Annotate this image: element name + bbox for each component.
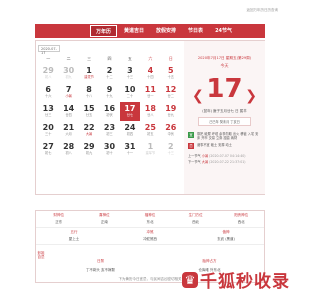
day-cell[interactable]: 31 十一 [120, 140, 140, 159]
day-cell[interactable]: 7 小暑 [58, 83, 78, 102]
today-label: 今天 [220, 63, 229, 68]
pengzu-label: 彭祖百忌 [37, 251, 45, 259]
nav-tabs: 万年历 黄道吉日 放假安排 节日表 24节气 [90, 25, 238, 37]
weekday-label: 三 [87, 56, 92, 61]
day-cell[interactable]: 20 三十 [38, 121, 58, 140]
day-cell[interactable]: 25 初五 [140, 121, 160, 140]
ji-text: 诸事不宜 破土 安葬 动土 [197, 143, 232, 148]
day-cell[interactable]: 9 十九 [99, 83, 119, 102]
weekday-label: 二 [66, 56, 71, 61]
weekday-label: 六 [148, 56, 153, 61]
ji-badge: 忌 [188, 143, 194, 150]
weekday-header: 一二三四五六日 [38, 56, 181, 62]
tab-holidays[interactable]: 放假安排 [151, 25, 182, 37]
day-cell[interactable]: 21 六月 [58, 121, 78, 140]
day-cell[interactable]: 13 廿三 [38, 102, 58, 121]
day-cell[interactable]: 6 十六 [38, 83, 58, 102]
day-cell[interactable]: 12 廿二 [161, 83, 181, 102]
day-cell[interactable]: 2 十二 [99, 64, 119, 83]
full-date: 2020年7月17日 星期五(第29周) [197, 56, 252, 60]
day-cell[interactable]: 23 初三 [99, 121, 119, 140]
day-cell[interactable]: 29 初八 [38, 64, 58, 83]
day-cell[interactable]: 30 初九 [58, 64, 78, 83]
prev-day-icon[interactable]: ❮ [192, 82, 204, 110]
weekday-label: 一 [46, 56, 51, 61]
return-link[interactable]: 返回万年历日历查询 [247, 8, 279, 13]
calendar-panel: 2020-07-17 一 二 三 四 五 六 日 29 初八 30 初九 1 建党节 2 十二 3 十三 4 十四… [35, 40, 265, 195]
day-cell[interactable]: 24 初四 [120, 121, 140, 140]
day-cell[interactable]: 1 建军节 [140, 140, 160, 159]
weekday-label: 五 [127, 56, 132, 61]
day-cell[interactable]: 28 初八 [58, 140, 78, 159]
day-cell-today[interactable]: 17 廿七 [119, 102, 141, 121]
day-cell[interactable]: 8 十八 [79, 83, 99, 102]
yi-badge: 宜 [188, 132, 194, 138]
day-detail: 2020年7月17日 星期五(第29周) 今天 ❮ 17 ❯ (鼠年) 庚子五月… [184, 41, 265, 194]
tab-festivals[interactable]: 节日表 [183, 25, 209, 37]
day-cell[interactable]: 15 廿五 [79, 102, 99, 121]
day-cell[interactable]: 10 二十 [120, 83, 140, 102]
day-cell[interactable]: 16 初伏 [99, 102, 119, 121]
ganzhi: 己巳年 癸未月 丁亥日 [198, 117, 251, 126]
day-cell[interactable]: 14 廿四 [58, 102, 78, 121]
day-cell[interactable]: 18 廿八 [140, 102, 160, 121]
day-cell[interactable]: 29 初九 [79, 140, 99, 159]
day-cell[interactable]: 22 大暑 [79, 121, 99, 140]
tab-solar-terms[interactable]: 24节气 [210, 25, 238, 37]
date-input[interactable]: 2020-07-17 [38, 44, 60, 55]
day-cell[interactable]: 3 十三 [120, 64, 140, 83]
month-calendar: 2020-07-17 一 二 三 四 五 六 日 29 初八 30 初九 1 建党节 2 十二 3 十三 4 十四… [38, 43, 181, 193]
weekday-label: 日 [168, 56, 173, 61]
yi-text: 祭祀 破屋 坏垣 余事勿取 出火 移徙 入宅 安床 开市 交易 立券 挂匾 纳财 [197, 132, 259, 141]
day-cell[interactable]: 2 十三 [161, 140, 181, 159]
day-cell[interactable]: 5 十五 [161, 64, 181, 83]
day-cell[interactable]: 26 中伏 [161, 121, 181, 140]
watermark: ♛ 千狐秒收录 [182, 267, 290, 292]
weekday-label: 四 [107, 56, 112, 61]
wuxing-row: 五行 屋上土 冲煞 冲蛇煞西 值神 玄武 (黑道) [36, 228, 264, 245]
day-cell[interactable]: 30 初十 [99, 140, 119, 159]
calendar-controls: 2020-07-17 [38, 43, 181, 55]
day-cell[interactable]: 1 建党节 [79, 64, 99, 83]
big-day-number: ❮ 17 ❯ [184, 75, 265, 104]
fox-logo-icon: ♛ [182, 271, 198, 288]
next-day-icon[interactable]: ❯ [245, 82, 257, 110]
calendar-grid: 29 初八 30 初九 1 建党节 2 十二 3 十三 4 十四 5 十五 6 十六 7 小暑 8 十八 9 十九 10 二十… [38, 64, 181, 159]
day-cell[interactable]: 27 初七 [38, 140, 58, 159]
tab-wannianli[interactable]: 万年历 [90, 25, 118, 37]
day-cell[interactable]: 19 廿九 [161, 102, 181, 121]
directions-row: 财神位 正东 喜神位 正南 福神位 东北 生门方位 西北 阳贵神位 西北 [36, 211, 264, 228]
solar-terms: 上一节气 小暑 (2020-07-07 04:14:40) 下一节气 大暑 (2… [188, 154, 246, 165]
day-cell[interactable]: 4 十四 [140, 64, 160, 83]
day-cell[interactable]: 11 廿一 [140, 83, 160, 102]
yi-ji: 宜 祭祀 破屋 坏垣 余事勿取 出火 移徙 入宅 安床 开市 交易 立券 挂匾 … [188, 132, 261, 150]
tab-huangdao[interactable]: 黄道吉日 [119, 25, 150, 37]
